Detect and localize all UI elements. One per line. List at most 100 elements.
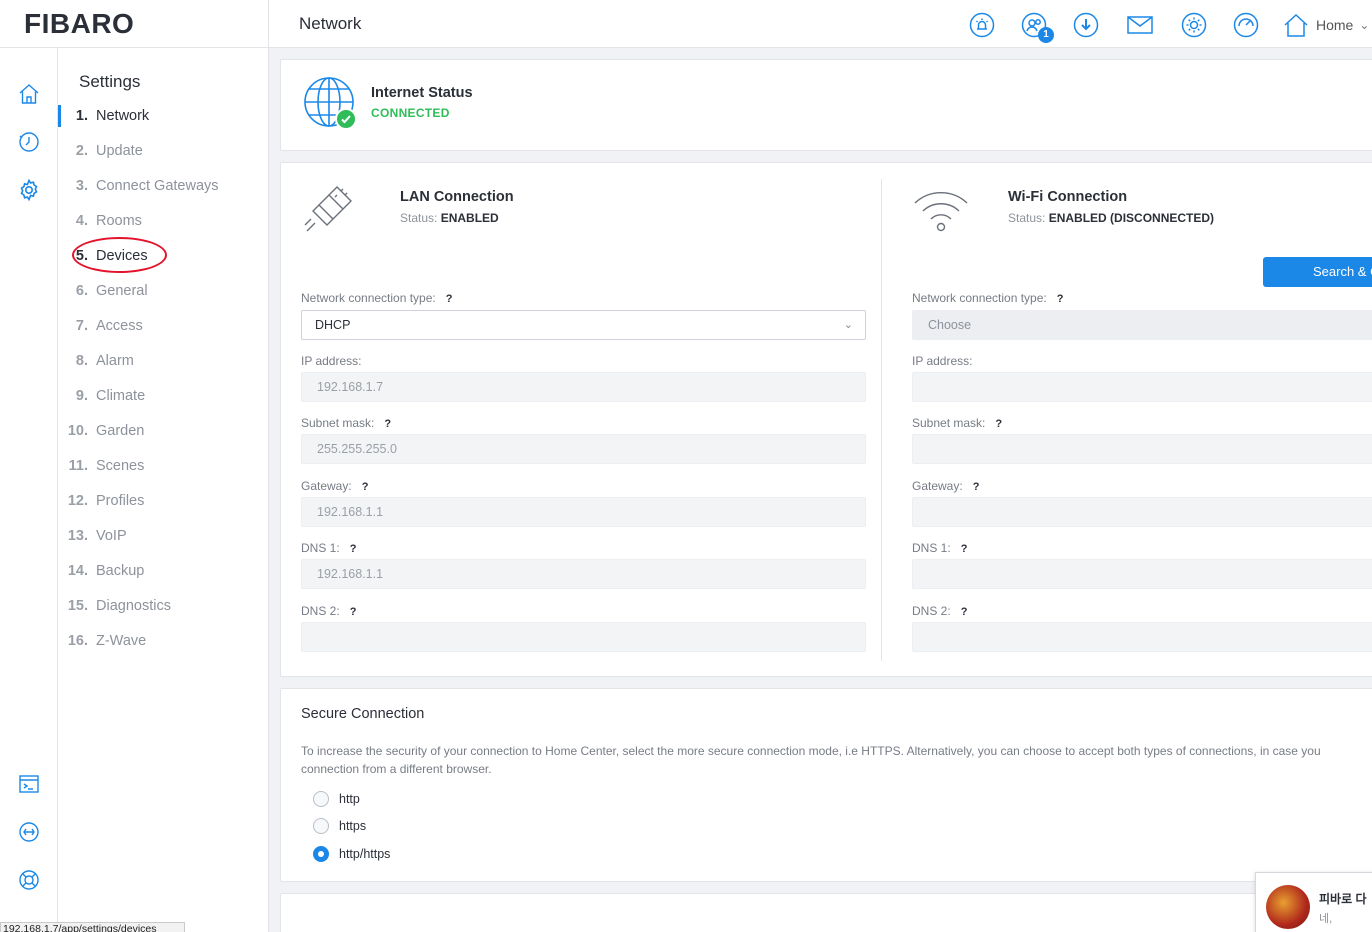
internet-status-card: Internet Status CONNECTED [280,59,1372,151]
lan-title: LAN Connection [400,189,514,205]
lan-ip-label: IP address: [301,354,362,368]
settings-item-general[interactable]: 6. General [58,274,268,309]
settings-item-network[interactable]: 1. Network [58,99,268,134]
terminal-icon[interactable] [15,770,43,798]
settings-item-climate[interactable]: 9. Climate [58,379,268,414]
divider [268,0,269,48]
wifi-icon [914,192,968,232]
dashboard-icon[interactable] [1230,9,1262,41]
search-connect-button[interactable]: Search & C [1263,257,1372,287]
connections-card: LAN Connection Status: ENABLED Network c… [280,162,1372,677]
settings-item-access[interactable]: 7. Access [58,309,268,344]
home-icon [1284,13,1308,37]
settings-item-profiles[interactable]: 12. Profiles [58,484,268,519]
help-icon[interactable]: ? [973,481,980,493]
secure-connection-card: Secure Connection To increase the securi… [280,688,1372,882]
wifi-subnet-field[interactable] [912,434,1372,464]
alarm-icon[interactable] [966,9,998,41]
chat-message: 네, [1319,913,1333,925]
home-selector[interactable]: Home ⌄ [1282,12,1369,38]
settings-item-devices[interactable]: 5. Devices [58,239,268,274]
wifi-type-label: Network connection type:? [912,291,1064,305]
help-icon[interactable]: ? [350,543,357,555]
settings-item-diagnostics[interactable]: 15. Diagnostics [58,589,268,624]
wifi-dns1-label: DNS 1:? [912,541,968,555]
settings-item-z-wave[interactable]: 16. Z-Wave [58,624,268,659]
lan-status: Status: ENABLED [400,211,499,225]
sun-icon[interactable] [1178,9,1210,41]
fibaro-logo[interactable]: FIBARO [24,8,134,40]
top-icon-bar: 1 Home ⌄ [966,8,1369,43]
settings-icon[interactable] [15,176,43,204]
ethernet-cable-icon [304,186,352,232]
wifi-gateway-label: Gateway:? [912,479,980,493]
home-label: Home [1316,17,1354,33]
help-icon[interactable]: ? [362,481,369,493]
help-icon[interactable]: ? [995,418,1002,430]
wifi-dns1-field[interactable] [912,559,1372,589]
lan-subnet-field[interactable]: 255.255.255.0 [301,434,866,464]
chat-sender-name: 피바로 다 [1319,892,1367,906]
settings-item-rooms[interactable]: 4. Rooms [58,204,268,239]
lan-gateway-label: Gateway:? [301,479,369,493]
lan-dns1-field[interactable]: 192.168.1.1 [301,559,866,589]
lan-dns2-field[interactable] [301,622,866,652]
column-divider [881,179,882,661]
help-icon[interactable]: ? [961,606,968,618]
settings-item-alarm[interactable]: 8. Alarm [58,344,268,379]
settings-item-update[interactable]: 2. Update [58,134,268,169]
download-icon[interactable] [1070,9,1102,41]
icon-rail [0,48,58,932]
wifi-connection-type-select[interactable]: Choose [912,310,1372,340]
lan-gateway-field[interactable]: 192.168.1.1 [301,497,866,527]
mail-icon[interactable] [1122,9,1158,41]
internet-status-title: Internet Status [371,85,473,101]
wifi-title: Wi-Fi Connection [1008,189,1128,205]
help-icon[interactable]: ? [350,606,357,618]
check-icon [335,108,357,130]
settings-sidebar: Settings 1. Network 2. Update 3. Connect Ga… [58,48,269,932]
radio-button-selected[interactable] [313,846,329,862]
users-badge: 1 [1038,27,1054,43]
radio-button[interactable] [313,818,329,834]
users-icon[interactable]: 1 [1018,9,1054,43]
help-icon[interactable]: ? [384,418,391,430]
wifi-dns2-field[interactable] [912,622,1372,652]
wifi-subnet-label: Subnet mask:? [912,416,1003,430]
chevron-down-icon: ⌄ [1359,18,1370,32]
help-icon[interactable]: ? [1057,293,1064,305]
settings-item-voip[interactable]: 13. VoIP [58,519,268,554]
settings-item-garden[interactable]: 10. Garden [58,414,268,449]
radio-http-https[interactable]: http/https [313,844,390,864]
history-icon[interactable] [15,128,43,156]
settings-item-backup[interactable]: 14. Backup [58,554,268,589]
lan-type-label: Network connection type:? [301,291,453,305]
lan-dns2-label: DNS 2:? [301,604,357,618]
browser-status-url: 192.168.1.7/app/settings/devices [0,922,185,932]
support-icon[interactable] [15,866,43,894]
wifi-ip-field[interactable] [912,372,1372,402]
home-icon[interactable] [15,80,43,108]
secure-connection-title: Secure Connection [301,706,425,722]
plugin-icon[interactable] [15,818,43,846]
radio-https[interactable]: https [313,816,366,836]
help-icon[interactable]: ? [446,293,453,305]
radio-button[interactable] [313,791,329,807]
wifi-ip-label: IP address: [912,354,973,368]
settings-title: Settings [79,72,141,91]
lan-dns1-label: DNS 1:? [301,541,357,555]
secure-connection-description: To increase the security of your connect… [301,744,1321,776]
help-icon[interactable]: ? [961,543,968,555]
page-title: Network [299,14,362,33]
chat-notification[interactable]: 피바로 다 네, [1255,872,1372,932]
radio-http[interactable]: http [313,789,360,809]
settings-item-scenes[interactable]: 11. Scenes [58,449,268,484]
wifi-gateway-field[interactable] [912,497,1372,527]
settings-item-connect-gateways[interactable]: 3. Connect Gateways [58,169,268,204]
top-bar: FIBARO Network 1 Home ⌄ [0,0,1372,48]
lan-connection-type-select[interactable]: DHCP ⌄ [301,310,866,340]
internet-status-value: CONNECTED [371,106,450,120]
wifi-status: Status: ENABLED (DISCONNECTED) [1008,211,1215,225]
wifi-dns2-label: DNS 2:? [912,604,968,618]
lan-ip-field[interactable]: 192.168.1.7 [301,372,866,402]
